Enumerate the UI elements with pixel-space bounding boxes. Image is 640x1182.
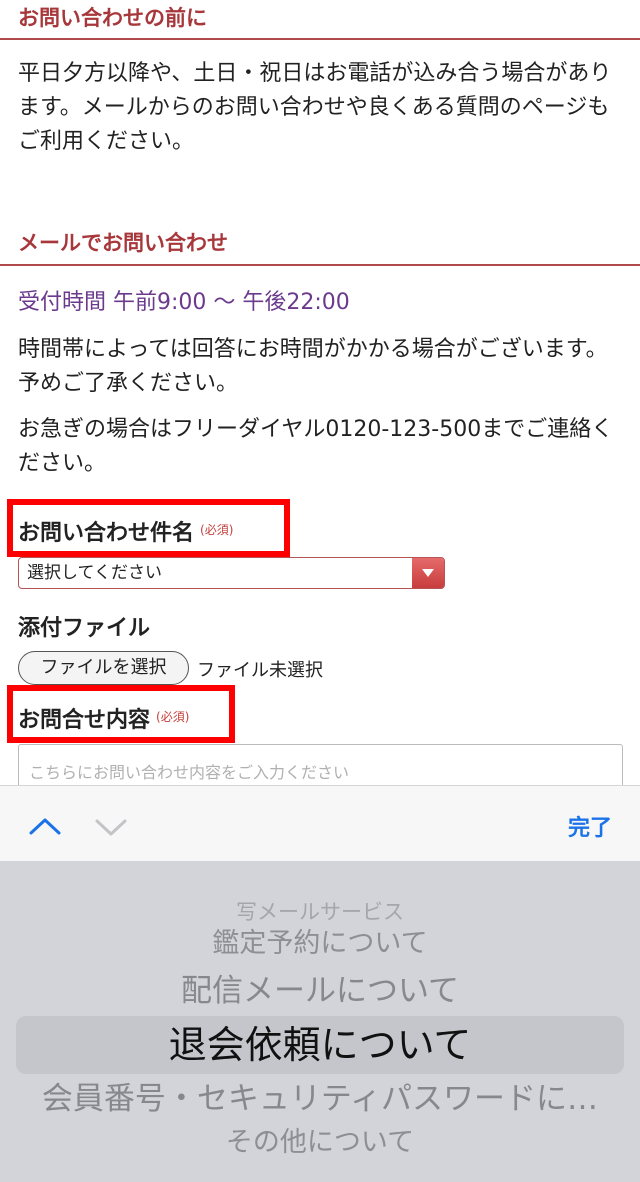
content-label: お問合せ内容 (必須) [18, 708, 190, 733]
choose-file-button[interactable]: ファイルを選択 [18, 651, 189, 685]
picker-option[interactable]: 写メールサービス [0, 899, 640, 925]
picker-option[interactable]: 会員番号・セキュリティパスワードに… [0, 1079, 640, 1119]
picker-option[interactable]: 配信メールについて [0, 971, 640, 1011]
done-button[interactable]: 完了 [568, 810, 612, 842]
before-inquiry-heading: お問い合わせの前に [0, 0, 640, 40]
required-badge: (必須) [200, 523, 234, 537]
dropdown-arrow-icon [412, 558, 444, 588]
picker-option-selected[interactable]: 退会依頼について [0, 1022, 640, 1068]
reception-hours: 受付時間 午前9:00 ～ 午後22:00 [18, 290, 350, 315]
file-status: ファイル未選択 [197, 660, 323, 681]
urgent-contact-note: お急ぎの場合はフリーダイヤル0120-123-500までご連絡ください。 [18, 417, 614, 476]
keyboard-toolbar: 完了 [0, 785, 640, 861]
before-inquiry-text: 平日夕方以降や、土日・祝日はお電話が込み合う場合があります。メールからのお問い合… [18, 61, 612, 154]
picker-option[interactable]: 鑑定予約について [0, 927, 640, 961]
response-time-note: 時間帯によっては回答にお時間がかかる場合がございます。予めご了承ください。 [18, 337, 608, 396]
subject-select[interactable]: 選択してください [18, 557, 445, 589]
subject-label: お問い合わせ件名 (必須) [18, 521, 234, 546]
subject-picker-wheel[interactable]: 写メールサービス 鑑定予約について 配信メールについて 退会依頼について 会員番… [0, 861, 640, 1182]
attachment-label: 添付ファイル [18, 616, 151, 641]
mail-inquiry-heading: メールでお問い合わせ [0, 226, 640, 266]
required-badge: (必須) [156, 710, 190, 724]
chevron-up-icon[interactable] [28, 810, 62, 844]
picker-option[interactable]: その他について [0, 1126, 640, 1160]
subject-select-value: 選択してください [27, 563, 162, 583]
chevron-down-icon[interactable] [94, 810, 128, 844]
